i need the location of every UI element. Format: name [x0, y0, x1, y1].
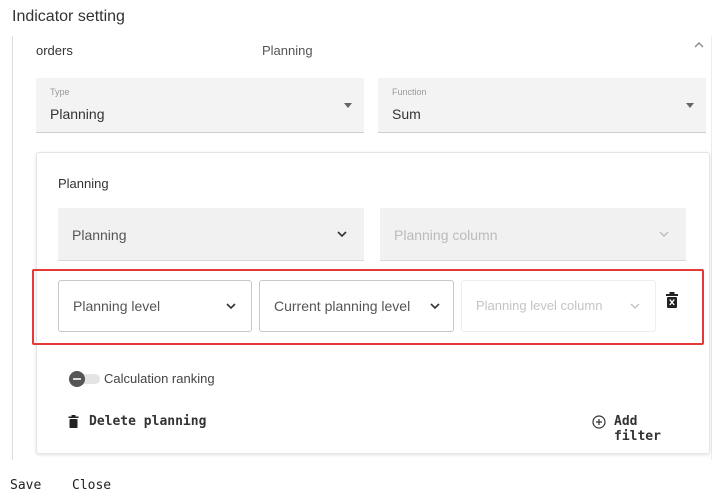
trash-icon — [68, 415, 79, 428]
type-label: Type — [50, 87, 70, 97]
planning-level-column-value: Planning level column — [476, 298, 603, 313]
planning-level-select[interactable]: Planning level — [58, 280, 252, 332]
chevron-down-icon — [659, 231, 669, 237]
current-planning-level-select[interactable]: Current planning level — [259, 280, 454, 332]
delete-planning-label: Delete planning — [89, 414, 207, 429]
planning-select[interactable]: Planning — [58, 208, 364, 261]
calculation-ranking-label: Calculation ranking — [104, 371, 215, 386]
planning-column-value: Planning column — [394, 227, 498, 243]
chevron-down-icon — [430, 303, 440, 310]
save-button[interactable]: Save — [10, 478, 41, 493]
add-filter-button[interactable]: Add filter — [592, 414, 692, 444]
function-value: Sum — [392, 106, 421, 122]
type-value: Planning — [50, 106, 105, 122]
current-planning-level-value: Current planning level — [274, 298, 411, 314]
chevron-down-icon — [630, 303, 640, 309]
close-button[interactable]: Close — [72, 478, 111, 493]
planning-select-value: Planning — [72, 227, 127, 243]
indicator-type-summary: Planning — [262, 43, 313, 58]
planning-level-column-select[interactable]: Planning level column — [461, 280, 656, 332]
calculation-ranking-toggle[interactable] — [68, 371, 102, 387]
add-circle-icon — [592, 415, 606, 429]
planning-column-select[interactable]: Planning column — [380, 208, 686, 261]
chevron-down-icon — [226, 303, 236, 310]
chevron-down-icon — [337, 231, 347, 238]
planning-level-value: Planning level — [73, 298, 161, 314]
chevron-up-icon[interactable] — [692, 38, 706, 52]
trash-icon[interactable] — [665, 292, 679, 309]
function-label: Function — [392, 87, 427, 97]
dropdown-caret-icon — [686, 103, 694, 108]
planning-section-title: Planning — [58, 176, 109, 191]
indicator-name: orders — [36, 43, 73, 58]
function-select[interactable]: Function Sum — [378, 78, 706, 133]
delete-planning-button[interactable]: Delete planning — [68, 414, 238, 432]
type-select[interactable]: Type Planning — [36, 78, 364, 133]
dropdown-caret-icon — [344, 103, 352, 108]
page-title: Indicator setting — [12, 8, 125, 25]
add-filter-label: Add filter — [614, 414, 661, 444]
